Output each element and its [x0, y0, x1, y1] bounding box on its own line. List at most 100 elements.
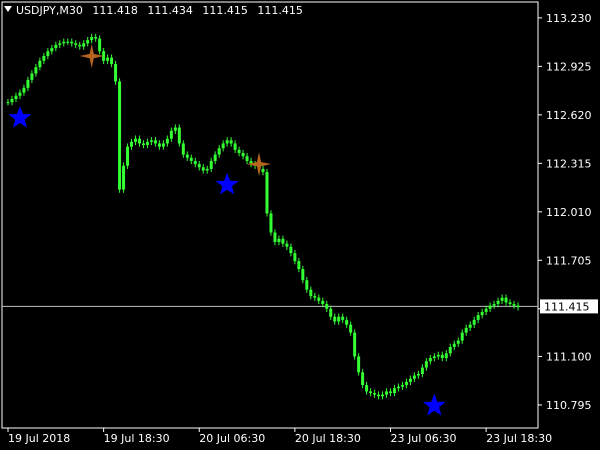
candle-body — [213, 154, 217, 161]
candle-body — [432, 356, 436, 359]
candle-body — [480, 311, 484, 316]
symbol-timeframe: USDJPY,M30 — [16, 4, 83, 17]
candle-body — [189, 157, 193, 161]
candle-body — [392, 388, 396, 394]
candle-body — [66, 41, 70, 43]
candle-body — [221, 143, 225, 149]
candle-body — [412, 375, 416, 379]
candle-body — [377, 394, 381, 397]
candle-body — [149, 140, 153, 142]
candle-body — [94, 36, 98, 39]
candle-body — [118, 81, 122, 190]
candle-body — [90, 36, 94, 41]
candle-body — [78, 44, 82, 47]
candle-body — [62, 41, 66, 44]
candle-body — [245, 156, 249, 161]
candle-body — [400, 385, 404, 387]
candle-body — [301, 269, 305, 281]
candle-body — [137, 138, 141, 144]
candle-body — [42, 56, 46, 61]
candle-body — [516, 305, 520, 308]
candle-body — [353, 332, 357, 357]
candle-body — [265, 172, 269, 214]
candle-body — [58, 43, 62, 45]
x-tick-label: 19 Jul 2018 — [8, 432, 70, 445]
candle-body — [416, 373, 420, 376]
y-tick-label: 113.230 — [546, 12, 592, 25]
y-tick-label: 112.315 — [546, 157, 592, 170]
candle-body — [321, 300, 325, 305]
candle-body — [141, 143, 145, 146]
candle-body — [317, 297, 321, 301]
candle-body — [472, 319, 476, 325]
candle-body — [233, 143, 237, 150]
candle-body — [126, 146, 130, 166]
candle-body — [325, 304, 329, 309]
y-tick-label: 112.010 — [546, 206, 592, 219]
candle-body — [305, 280, 309, 290]
candle-body — [396, 386, 400, 389]
candle-body — [361, 372, 365, 386]
candle-body — [153, 140, 157, 144]
candle-body — [82, 43, 86, 47]
y-tick-label: 111.100 — [546, 350, 592, 363]
x-tick-label: 23 Jul 18:30 — [486, 432, 552, 445]
candle-body — [277, 238, 281, 243]
candle-body — [456, 340, 460, 344]
candle-body — [205, 168, 209, 171]
candle-body — [289, 246, 293, 254]
candle-body — [333, 316, 337, 322]
candle-body — [177, 127, 181, 144]
candle-body — [385, 391, 389, 395]
candle-body — [484, 308, 488, 312]
candle-body — [157, 143, 161, 147]
buy-signal-star-icon — [215, 172, 239, 195]
candle-body — [74, 43, 78, 45]
ohlc-high: 111.434 — [147, 4, 193, 17]
candle-body — [293, 253, 297, 262]
candle-body — [173, 127, 177, 131]
candle-body — [6, 102, 10, 104]
candle-body — [404, 381, 408, 386]
candle-body — [70, 41, 74, 44]
candle-body — [197, 164, 201, 168]
price-chart[interactable]: 113.230 112.925 112.620 112.315 112.010 111.7… — [0, 0, 600, 450]
candle-body — [46, 51, 50, 57]
candle-body — [261, 168, 265, 173]
candle-body — [329, 308, 333, 317]
candle-body — [285, 243, 289, 247]
candle-body — [424, 361, 428, 368]
dropdown-triangle-icon[interactable] — [4, 6, 12, 12]
candle-body — [114, 63, 118, 82]
candle-body — [225, 140, 229, 144]
candle-body — [201, 167, 205, 171]
candle-body — [193, 160, 197, 165]
candle-body — [492, 304, 496, 306]
candle-body — [122, 165, 126, 190]
y-tick-label: 112.925 — [546, 60, 592, 73]
y-tick-label: 111.705 — [546, 254, 592, 267]
candle-body — [345, 319, 349, 325]
candle-body — [369, 391, 373, 394]
candle-body — [38, 60, 42, 68]
candle-body — [341, 316, 345, 320]
candle-body — [408, 378, 412, 382]
candle-body — [18, 92, 22, 96]
x-tick-label: 19 Jul 18:30 — [104, 432, 170, 445]
ohlc-open: 111.418 — [92, 4, 138, 17]
candle-body — [428, 358, 432, 362]
candle-body — [389, 391, 392, 394]
candle-body — [420, 367, 424, 374]
candle-body — [98, 38, 102, 52]
candle-body — [165, 138, 169, 144]
candle-body — [229, 140, 233, 144]
candle-body — [86, 40, 90, 44]
candle-body — [309, 289, 313, 297]
candle-body — [488, 305, 492, 309]
candle-body — [357, 356, 361, 373]
candle-body — [444, 353, 448, 359]
candle-body — [106, 57, 110, 61]
candle-body — [217, 148, 221, 155]
x-tick-label: 20 Jul 06:30 — [199, 432, 265, 445]
candle-body — [14, 95, 18, 99]
